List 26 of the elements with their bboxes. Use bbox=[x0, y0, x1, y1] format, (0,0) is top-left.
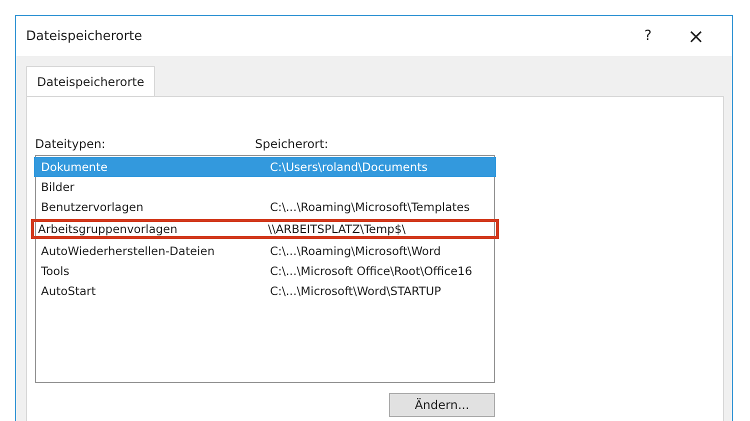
list-row[interactable]: Tools C:\...\Microsoft Office\Root\Office16 bbox=[34, 261, 496, 281]
file-type: Bilder bbox=[41, 180, 76, 194]
location-path: C:\...\Roaming\Microsoft\Word bbox=[270, 244, 442, 258]
file-type: Tools bbox=[41, 264, 70, 278]
change-button[interactable]: Ändern... bbox=[389, 393, 495, 417]
list-row[interactable]: Benutzervorlagen C:\...\Roaming\Microsoft\Templates bbox=[34, 197, 496, 217]
location-path: C:\Users\roland\Documents bbox=[270, 160, 429, 174]
file-type: Benutzervorlagen bbox=[41, 200, 144, 214]
column-header: Dateitypen: bbox=[35, 137, 106, 151]
location-path: C:\...\Microsoft\Word\STARTUP bbox=[270, 284, 442, 298]
column-header: Speicherort: bbox=[255, 137, 330, 151]
location-path: \\ARBEITSPLATZ\Temp$\ bbox=[268, 222, 407, 236]
file-type: Dokumente bbox=[41, 160, 109, 174]
help-button[interactable]: ? bbox=[624, 20, 672, 52]
file-type: AutoStart bbox=[41, 284, 97, 298]
window-title: Dateispeicherorte bbox=[26, 28, 144, 44]
tab[interactable]: Dateispeicherorte bbox=[26, 66, 156, 97]
location-path: C:\...\Roaming\Microsoft\Templates bbox=[270, 200, 471, 214]
close-button[interactable]: × bbox=[672, 20, 720, 52]
file-type: AutoWiederherstellen-Dateien bbox=[41, 244, 216, 258]
list-row[interactable]: AutoStart C:\...\Microsoft\Word\STARTUP bbox=[34, 281, 496, 301]
highlighted-list-row[interactable]: Arbeitsgruppenvorlagen \\ARBEITSPLATZ\Temp$\ bbox=[31, 219, 499, 239]
file-type: Arbeitsgruppenvorlagen bbox=[38, 222, 178, 236]
list-row[interactable]: AutoWiederherstellen-Dateien C:\...\Roaming\Microsoft\Word bbox=[34, 241, 496, 261]
list-row[interactable]: Bilder bbox=[34, 177, 496, 197]
location-path: C:\...\Microsoft Office\Root\Office16 bbox=[270, 264, 474, 278]
